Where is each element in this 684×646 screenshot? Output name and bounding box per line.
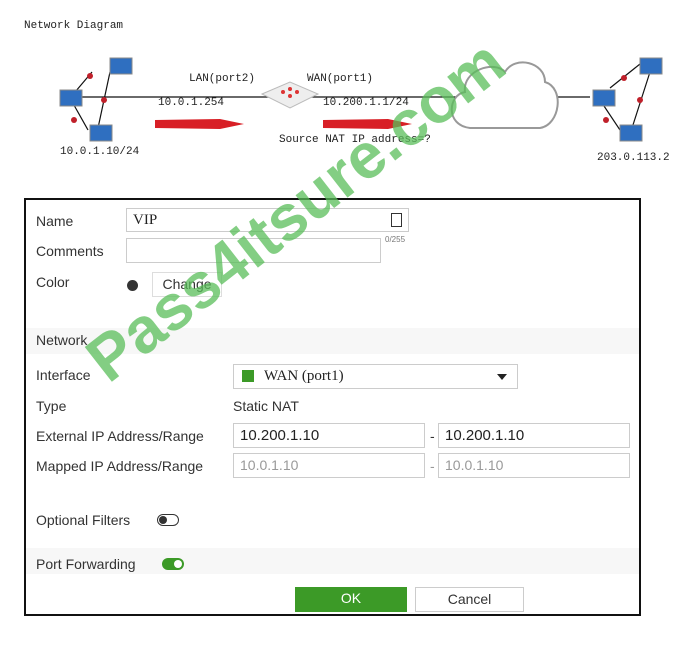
mapped-ip-label: Mapped IP Address/Range [36,458,204,474]
client-ip: 10.0.1.10/24 [60,146,140,158]
nat-question: Source NAT IP address=? [279,134,431,146]
type-label: Type [36,398,67,414]
interface-select[interactable]: WAN (port1) [233,364,518,389]
optional-filters-label: Optional Filters [36,512,131,528]
name-label: Name [36,213,74,229]
wan-ip: 10.200.1.1/24 [323,97,409,109]
cancel-button[interactable]: Cancel [415,587,524,612]
color-label: Color [36,274,70,290]
mapped-ip-start[interactable]: 10.0.1.10 [233,453,425,478]
mapped-ip-end[interactable]: 10.0.1.10 [438,453,630,478]
port-forwarding-label: Port Forwarding [36,556,136,572]
ok-button[interactable]: OK [295,587,407,612]
network-heading: Network [36,332,88,348]
remote-ip: 203.0.113.2 [597,152,670,164]
port-icon [242,370,254,382]
range-dash: - [430,458,435,474]
palette-icon [127,280,138,291]
vip-form: Name VIP Comments 0/255 Color Change Net… [24,198,641,616]
name-input[interactable]: VIP [126,208,409,232]
external-ip-label: External IP Address/Range [36,428,204,444]
port-forwarding-toggle[interactable] [162,558,184,570]
external-ip-start[interactable]: 10.200.1.10 [233,423,425,448]
lan-ip: 10.0.1.254 [158,97,225,109]
diagram-title: Network Diagram [24,20,124,32]
comments-label: Comments [36,243,104,259]
lan-label: LAN(port2) [189,73,256,85]
range-dash: - [430,428,435,444]
external-ip-end[interactable]: 10.200.1.10 [438,423,630,448]
id-card-icon [391,213,402,227]
cloud-icon [450,61,559,129]
change-color-button[interactable]: Change [152,272,222,297]
arrow-icon [155,119,244,129]
type-value: Static NAT [233,398,299,414]
interface-label: Interface [36,367,91,383]
chevron-down-icon [497,374,507,385]
comments-textarea[interactable] [126,238,381,263]
optional-filters-toggle[interactable] [157,514,179,526]
arrow-icon [323,119,412,129]
comments-counter: 0/255 [385,235,406,244]
wan-label: WAN(port1) [307,73,374,85]
